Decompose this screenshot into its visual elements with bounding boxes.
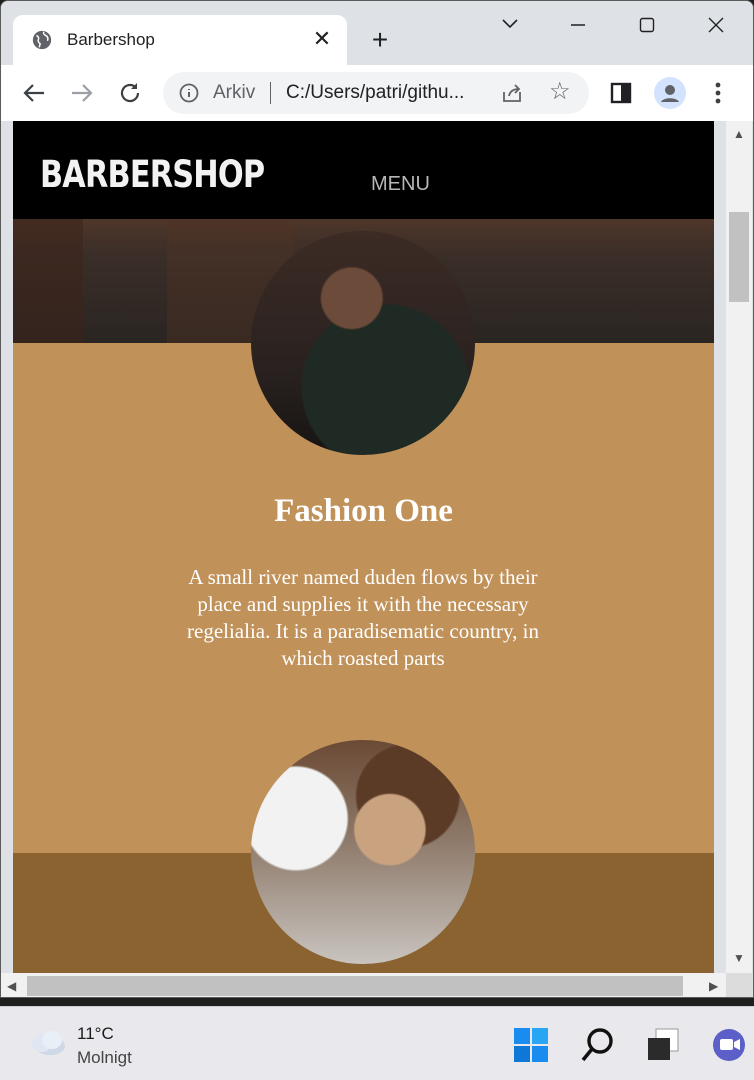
share-icon[interactable]	[501, 82, 523, 104]
section-title: Fashion One	[274, 493, 453, 529]
tab-barbershop[interactable]: Barbershop ✕	[13, 15, 347, 65]
section-text: A small river named duden flows by their…	[187, 565, 539, 670]
kebab-menu-icon[interactable]	[702, 77, 734, 109]
sidepanel-icon[interactable]	[605, 77, 637, 109]
page-viewport: BARBERSHOP MENU Fashion One A small rive…	[13, 121, 714, 973]
tab-strip: Barbershop ✕ +	[1, 1, 753, 65]
close-window-button[interactable]	[693, 11, 739, 39]
weather-icon	[32, 1031, 65, 1055]
chevron-down-icon	[502, 19, 518, 29]
plus-icon[interactable]: +	[365, 25, 395, 55]
tab-title: Barbershop	[67, 30, 155, 49]
site-navbar: BARBERSHOP MENU	[13, 121, 714, 219]
browser-toolbar: Arkiv C:/Users/patri/githu... ☆	[1, 65, 753, 121]
scroll-right-arrow-icon[interactable]: ▶	[709, 979, 718, 993]
chat-icon[interactable]	[711, 1027, 747, 1063]
task-view-icon[interactable]	[645, 1027, 681, 1063]
scroll-up-arrow-icon[interactable]: ▲	[733, 127, 745, 141]
horizontal-scrollbar[interactable]: ◀ ▶	[1, 973, 726, 997]
vertical-scrollbar[interactable]: ▲ ▼	[726, 121, 752, 973]
reload-icon[interactable]	[114, 77, 146, 109]
site-chip[interactable]: Arkiv	[213, 82, 255, 104]
back-icon[interactable]	[18, 77, 50, 109]
barber-shaving-photo	[251, 231, 475, 455]
globe-icon	[32, 30, 52, 50]
tab-search-button[interactable]	[487, 11, 533, 39]
browser-window: Barbershop ✕ + Arkiv C:/Users/patri/gith…	[0, 0, 754, 998]
info-icon[interactable]	[179, 83, 199, 103]
scroll-left-arrow-icon[interactable]: ◀	[7, 979, 16, 993]
close-icon	[708, 17, 724, 33]
profile-icon[interactable]	[654, 77, 686, 109]
site-logo[interactable]: BARBERSHOP	[40, 153, 265, 196]
search-icon[interactable]	[580, 1027, 616, 1063]
maximize-button[interactable]	[624, 11, 670, 39]
star-icon[interactable]: ☆	[549, 80, 573, 104]
minimize-button[interactable]	[555, 11, 601, 39]
vertical-scroll-thumb[interactable]	[729, 212, 749, 302]
scrollbar-corner	[726, 973, 752, 997]
menu-link[interactable]: MENU	[371, 173, 430, 196]
haircut-photo	[251, 740, 475, 964]
url-text[interactable]: C:/Users/patri/githu...	[286, 82, 464, 104]
maximize-icon	[639, 17, 655, 33]
omnibox-divider	[270, 82, 271, 104]
scroll-down-arrow-icon[interactable]: ▼	[733, 951, 745, 965]
windows-start-icon[interactable]	[513, 1027, 549, 1063]
windows-taskbar: 11°C Molnigt	[0, 1006, 754, 1080]
close-icon[interactable]: ✕	[309, 26, 335, 52]
address-bar[interactable]: Arkiv C:/Users/patri/githu... ☆	[163, 72, 589, 114]
weather-condition: Molnigt	[77, 1048, 132, 1067]
forward-icon[interactable]	[66, 77, 98, 109]
minimize-icon	[571, 24, 585, 26]
weather-temperature: 11°C	[77, 1024, 114, 1043]
horizontal-scroll-thumb[interactable]	[27, 976, 683, 996]
